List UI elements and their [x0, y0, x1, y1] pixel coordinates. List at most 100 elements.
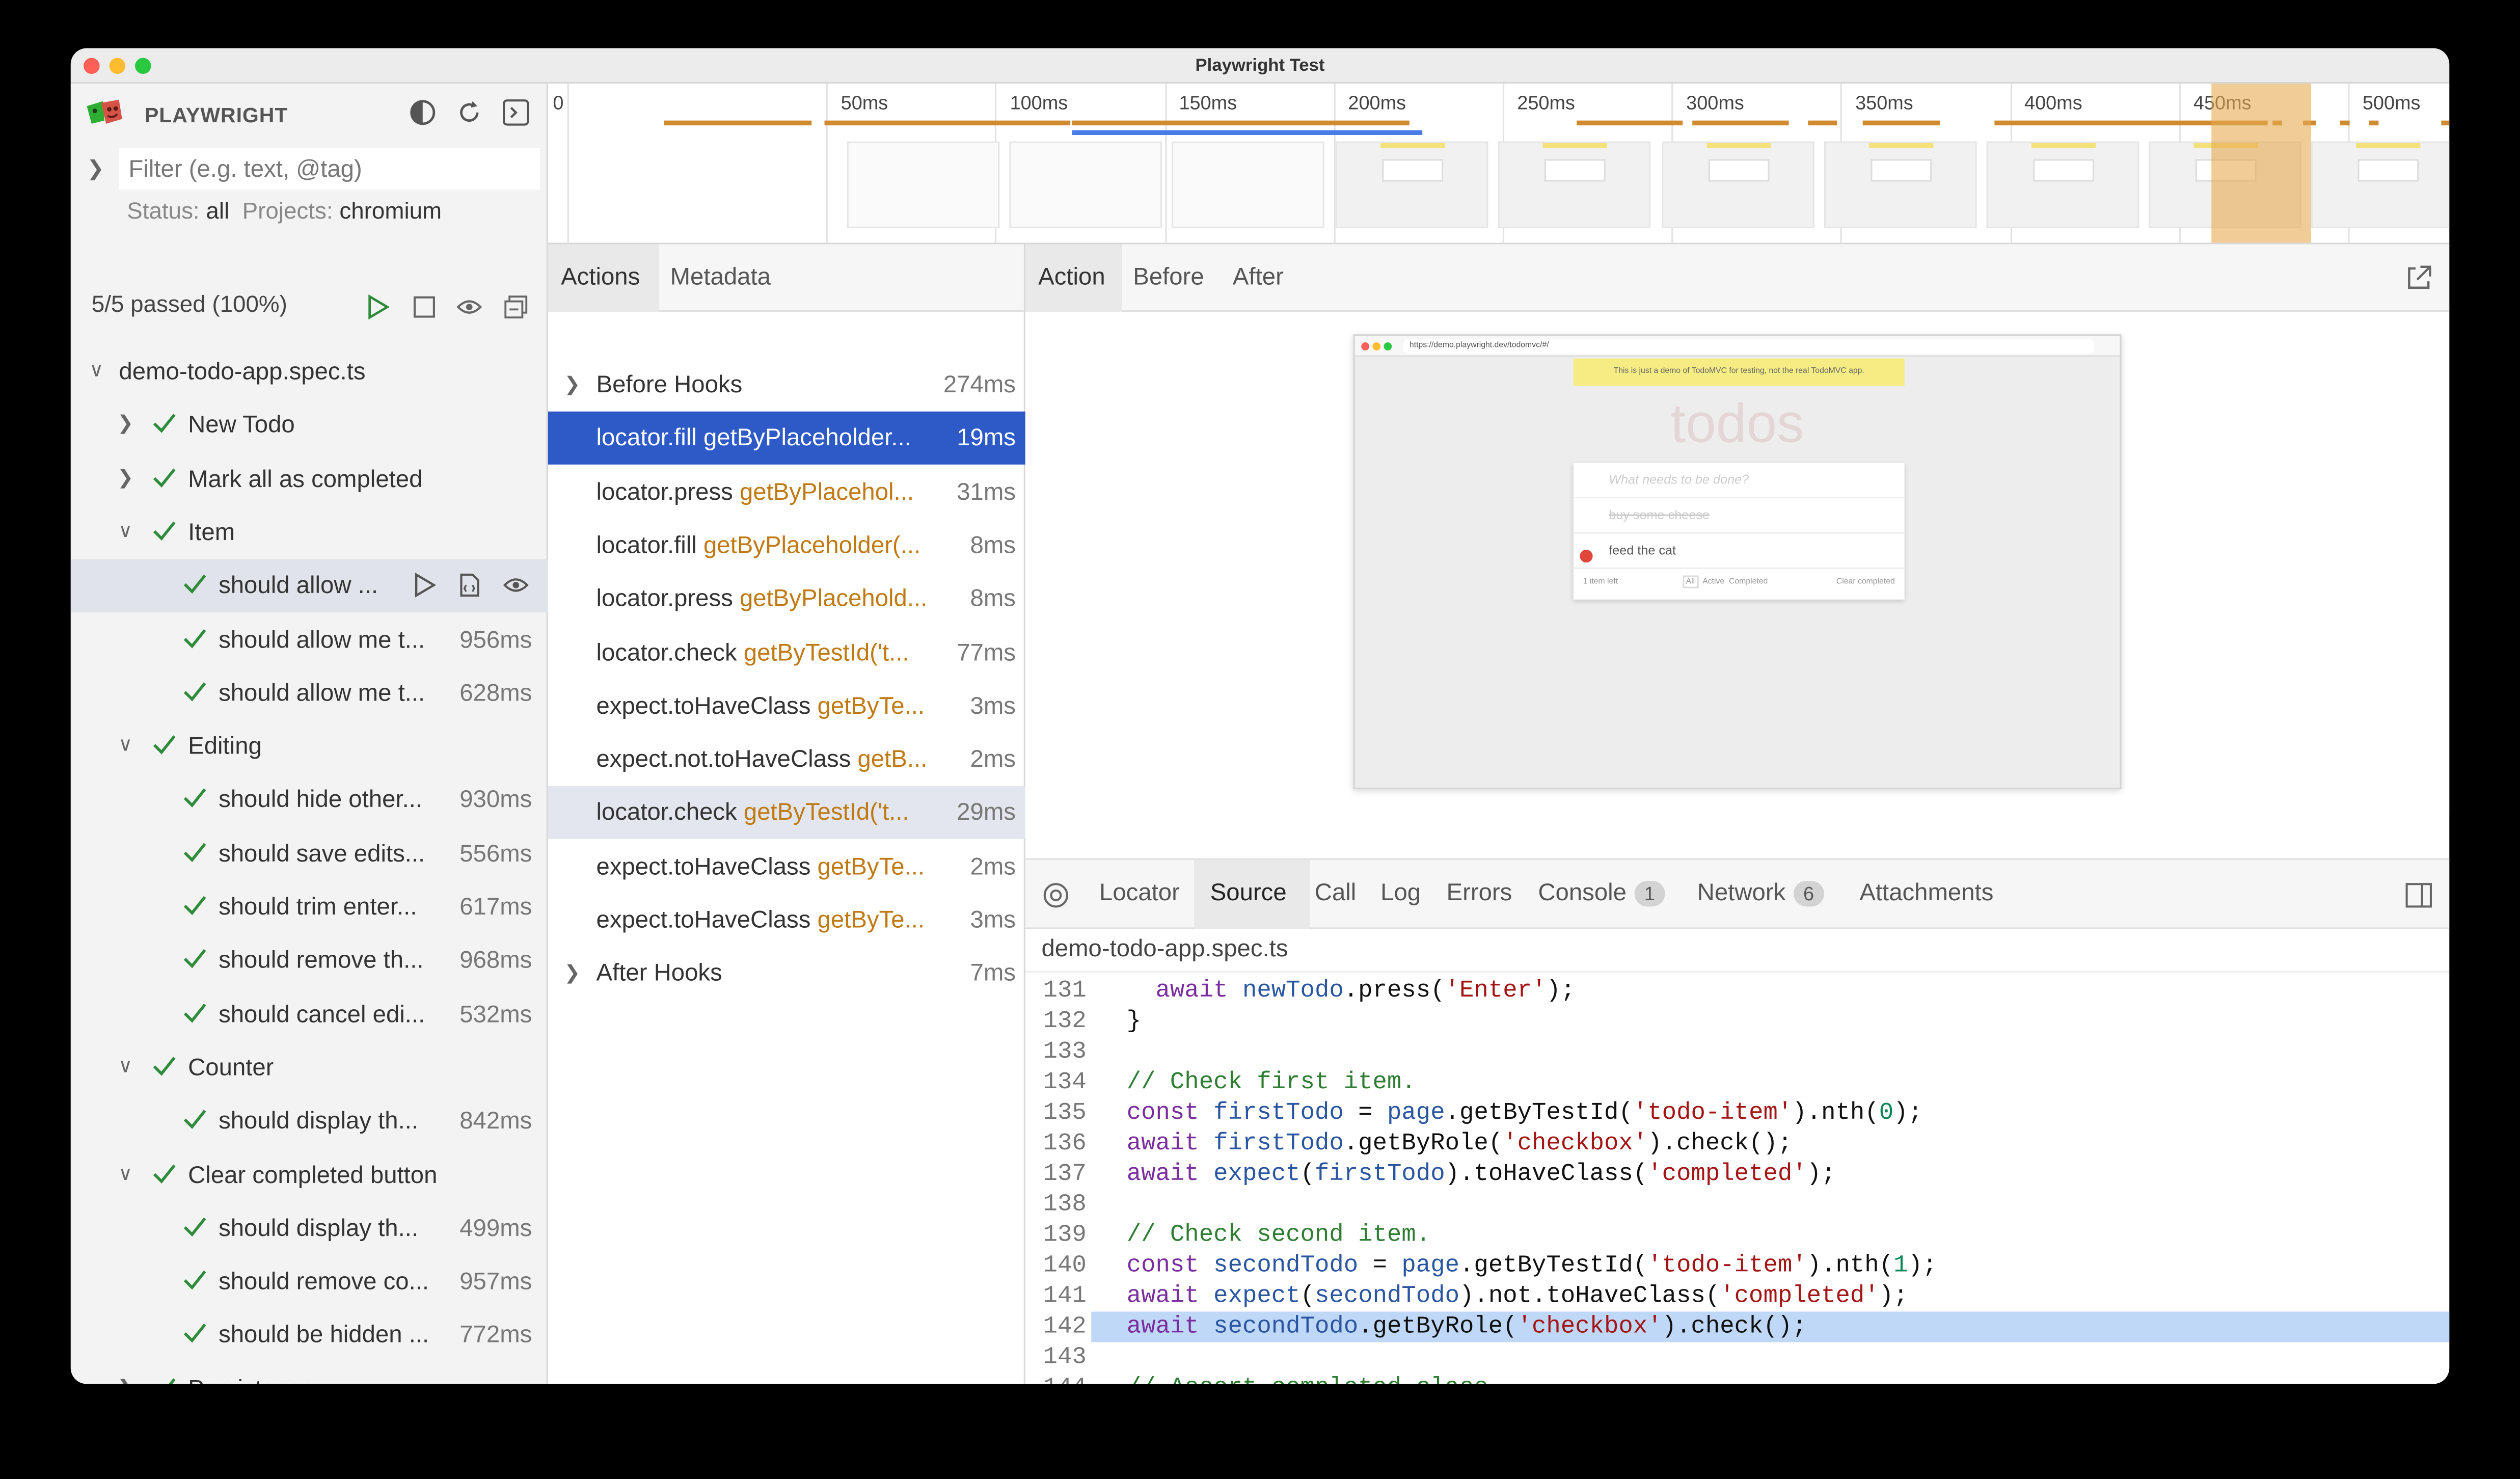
passed-check-icon — [183, 1271, 206, 1290]
chevron-right-icon[interactable]: ❯ — [116, 412, 135, 435]
passed-check-icon — [183, 628, 206, 648]
chevron-down-icon[interactable]: ∨ — [116, 519, 135, 542]
reload-icon[interactable] — [455, 98, 484, 127]
collapse-all-icon[interactable] — [503, 294, 529, 319]
zoom-window-button[interactable] — [135, 58, 151, 74]
toggle-output-icon[interactable] — [501, 98, 530, 127]
status-filter-summary[interactable]: Status: all Projects: chromium — [127, 199, 442, 225]
open-source-icon[interactable] — [456, 573, 482, 598]
action-row[interactable]: expect.toHaveClass getByTe... 3ms — [548, 680, 1025, 733]
tab-attachments[interactable]: Attachments — [1859, 879, 1993, 907]
minimize-window-button[interactable] — [109, 58, 126, 74]
action-row[interactable]: locator.press getByPlacehol... 31ms — [548, 466, 1025, 519]
page-snapshot[interactable]: https://demo.playwright.dev/todomvc/#/ T… — [1353, 334, 2122, 790]
chevron-down-icon[interactable]: ∨ — [87, 359, 106, 381]
action-selector: getB... — [857, 746, 928, 773]
watch-all-icon[interactable] — [456, 294, 482, 319]
action-row[interactable]: expect.toHaveClass getByTe... 3ms — [548, 894, 1025, 947]
test-case-row[interactable]: should remove co... 957ms — [71, 1255, 548, 1308]
filter-row: ❯ — [71, 145, 548, 193]
test-suite-row[interactable]: ∨ Editing — [71, 720, 548, 773]
open-external-icon[interactable] — [2404, 263, 2433, 292]
filmstrip-frame[interactable] — [847, 141, 1000, 229]
filmstrip-frame[interactable] — [1824, 141, 1977, 229]
brand-title: PLAYWRIGHT — [144, 102, 288, 127]
test-suite-row[interactable]: ∨ Item — [71, 506, 548, 559]
tab-actions[interactable]: Actions — [561, 263, 640, 291]
pick-locator-icon[interactable] — [1041, 881, 1070, 910]
action-row[interactable]: locator.fill getByPlaceholder... 19ms — [548, 412, 1025, 465]
filmstrip-frame[interactable] — [1498, 141, 1651, 229]
test-case-row[interactable]: should cancel edi... 532ms — [71, 988, 548, 1041]
tab-metadata[interactable]: Metadata — [670, 263, 771, 291]
test-case-row[interactable]: should be hidden ... 772ms — [71, 1309, 548, 1362]
chevron-down-icon[interactable]: ∨ — [116, 1161, 135, 1184]
passed-check-icon — [183, 1217, 206, 1236]
tab-console[interactable]: Console 1 — [1538, 879, 1665, 907]
test-case-row[interactable]: should allow ... — [70, 559, 548, 613]
toggle-sidebar-icon[interactable] — [2404, 881, 2433, 910]
run-test-icon[interactable] — [412, 573, 437, 598]
chevron-right-icon[interactable]: ❯ — [87, 156, 104, 181]
hooks-row[interactable]: ❯ After Hooks 7ms — [548, 947, 1025, 1000]
tab-log[interactable]: Log — [1380, 879, 1421, 907]
tab-locator[interactable]: Locator — [1099, 879, 1180, 907]
passed-check-icon — [183, 575, 206, 594]
chevron-down-icon[interactable]: ∨ — [116, 1054, 135, 1077]
test-suite-row[interactable]: ❯ New Todo — [71, 399, 548, 452]
test-suite-row[interactable]: ❯ Persistence — [71, 1362, 548, 1384]
timeline-tick-label: 500ms — [2362, 91, 2421, 115]
chevron-right-icon[interactable]: ❯ — [116, 466, 135, 488]
action-row[interactable]: locator.fill getByPlaceholder(... 8ms — [548, 519, 1025, 572]
tab-before[interactable]: Before — [1133, 263, 1204, 291]
tab-after[interactable]: After — [1233, 263, 1284, 291]
filmstrip-frame[interactable] — [2311, 141, 2450, 229]
test-case-row[interactable]: should remove th... 968ms — [71, 934, 548, 987]
action-row[interactable]: locator.check getByTestId('t... 29ms — [548, 787, 1025, 840]
test-file-row[interactable]: ∨ demo-todo-app.spec.ts — [71, 345, 548, 398]
test-suite-row[interactable]: ∨ Counter — [71, 1041, 548, 1094]
tab-action[interactable]: Action — [1038, 263, 1105, 291]
test-case-row[interactable]: should display th... 842ms — [71, 1095, 548, 1148]
test-case-row[interactable]: should hide other... 930ms — [71, 774, 548, 827]
test-case-row[interactable]: should allow me t... 956ms — [71, 613, 548, 666]
chevron-right-icon[interactable]: ❯ — [116, 1376, 135, 1384]
tab-errors[interactable]: Errors — [1447, 879, 1512, 907]
action-row[interactable]: locator.check getByTestId('t... 77ms — [548, 626, 1025, 679]
test-case-row[interactable]: should display th... 499ms — [71, 1202, 548, 1255]
filmstrip-frame[interactable] — [1986, 141, 2139, 229]
tree-item-label: Persistence — [188, 1376, 314, 1384]
watch-test-icon[interactable] — [503, 573, 529, 598]
action-selector: getByPlacehold... — [739, 585, 928, 613]
chevron-right-icon[interactable]: ❯ — [564, 373, 580, 395]
tab-network[interactable]: Network 6 — [1697, 879, 1824, 907]
hooks-row[interactable]: ❯ Before Hooks 274ms — [548, 359, 1025, 412]
test-suite-row[interactable]: ❯ Mark all as completed — [71, 452, 548, 505]
action-name: expect.toHaveClass getByTe... — [597, 692, 950, 720]
filmstrip-frame[interactable] — [1171, 141, 1324, 229]
chevron-down-icon[interactable]: ∨ — [116, 733, 135, 756]
chevron-right-icon[interactable]: ❯ — [564, 962, 580, 984]
tab-call[interactable]: Call — [1315, 879, 1357, 907]
test-duration: 532ms — [459, 1001, 532, 1028]
test-sidebar: PLAYWRIGHT ❯ Status: all Projects: — [70, 84, 548, 1384]
test-case-row[interactable]: should save edits... 556ms — [71, 827, 548, 880]
timeline[interactable]: 0 50ms 100ms 150ms 200ms 250ms 300ms 350ms 400ms… — [548, 84, 2450, 245]
test-case-row[interactable]: should allow me t... 628ms — [71, 667, 548, 720]
action-row[interactable]: locator.press getByPlacehold... 8ms — [548, 573, 1025, 626]
tree-item-label: should display th... — [219, 1215, 419, 1243]
close-window-button[interactable] — [84, 58, 100, 74]
test-suite-row[interactable]: ∨ Clear completed button — [71, 1148, 548, 1201]
action-row[interactable]: expect.toHaveClass getByTe... 2ms — [548, 840, 1025, 893]
filmstrip-frame[interactable] — [1662, 141, 1814, 229]
filmstrip-frame[interactable] — [1009, 141, 1162, 229]
run-all-icon[interactable] — [365, 294, 390, 320]
theme-toggle-icon[interactable] — [408, 98, 437, 127]
filter-input[interactable] — [119, 148, 540, 190]
stop-icon[interactable] — [412, 294, 437, 319]
action-row[interactable]: expect.not.toHaveClass getB... 2ms — [548, 733, 1025, 786]
tab-source[interactable]: Source — [1210, 879, 1287, 907]
test-case-row[interactable]: should trim enter... 617ms — [71, 881, 548, 934]
filmstrip-frame[interactable] — [1335, 141, 1488, 229]
code-line: 138 — [1025, 1190, 2449, 1220]
